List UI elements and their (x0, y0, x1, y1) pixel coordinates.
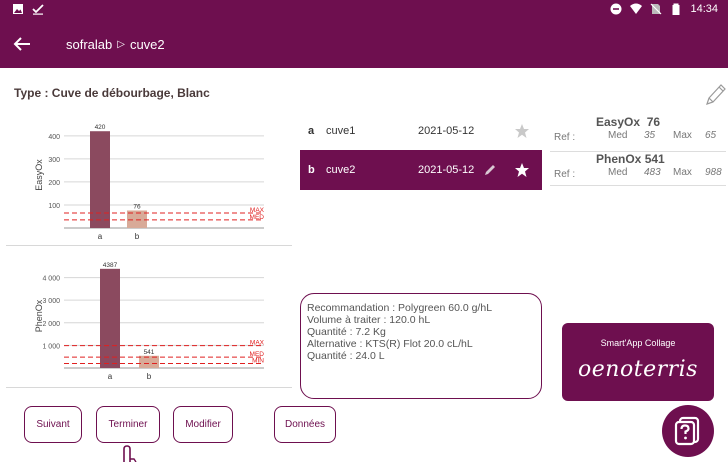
y-tick-label: 100 (48, 203, 60, 210)
x-tick-label: a (98, 232, 103, 241)
metric-max-value: 988 (705, 167, 722, 178)
metric-ref-label: Ref : (554, 169, 576, 180)
help-document-icon (674, 416, 700, 446)
recommendation-line: Alternative : KTS(R) Flot 20.0 cL/hL (307, 338, 473, 350)
recommendation-line: Quantité : 24.0 L (307, 350, 385, 362)
image-icon (13, 4, 23, 14)
cuve-key: b (308, 164, 315, 176)
metric-med-value: 483 (644, 167, 661, 178)
status-time: 14:34 (690, 3, 718, 15)
y-tick-label: 4 000 (42, 276, 60, 283)
minus-circle-icon (610, 3, 622, 15)
x-tick-label: b (135, 232, 140, 241)
metric-title: PhenOx 541 (596, 152, 665, 166)
cuve-row-a[interactable]: a cuve1 2021-05-12 (300, 111, 542, 151)
y-tick-label: 3 000 (42, 298, 60, 305)
bar-b (139, 355, 159, 368)
y-tick-label: 300 (48, 157, 60, 164)
y-tick-label: 2 000 (42, 321, 60, 328)
bar-value-label: 4387 (103, 262, 118, 269)
metric-max-label: Max (673, 167, 692, 178)
cuve-name: cuve2 (326, 164, 356, 176)
phenox-chart-svg: PhenOx1 0002 0003 0004 0004387a541bMAXME… (34, 262, 265, 381)
threshold-label: MIN (252, 357, 264, 364)
arrow-left-icon[interactable] (12, 34, 32, 54)
recommendation-line: Volume à traiter : 120.0 hL (307, 314, 431, 326)
y-tick-label: 1 000 (42, 343, 60, 350)
breadcrumb-current: cuve2 (129, 37, 165, 52)
metric-max-value: 65 (705, 130, 717, 141)
metric-med-label: Med (608, 167, 628, 178)
breadcrumb: sofralab ▷ cuve2 (66, 37, 165, 52)
metric-phenox: PhenOx 541 Ref : Med 483 Max 988 (550, 152, 726, 186)
bar-value-label: 541 (144, 349, 155, 356)
cuve-row-b[interactable]: b cuve2 2021-05-12 (300, 150, 542, 190)
threshold-label: MED (250, 214, 265, 221)
cuve-name: cuve1 (326, 125, 356, 137)
threshold-label: MAX (250, 340, 265, 347)
star-icon[interactable] (514, 123, 530, 139)
metric-med-label: Med (608, 130, 628, 141)
wifi-icon (630, 3, 643, 14)
x-tick-label: b (147, 372, 152, 381)
y-tick-label: 400 (48, 134, 60, 141)
bar-value-label: 420 (95, 124, 106, 131)
metric-med-value: 35 (644, 130, 656, 141)
star-icon[interactable] (514, 162, 530, 178)
status-bar: 14:34 (0, 0, 728, 20)
brand-subtitle: Smart'App Collage (600, 338, 676, 348)
battery-icon (672, 3, 680, 15)
metric-ref-label: Ref : (554, 132, 576, 143)
bar-a (100, 268, 120, 368)
breadcrumb-separator: ▷ (117, 39, 125, 50)
metric-title: EasyOx 76 (596, 115, 661, 129)
metric-easyox: EasyOx 76 Ref : Med 35 Max 65 (550, 112, 726, 152)
terminer-button[interactable]: Terminer (96, 406, 160, 443)
phenox-chart: PhenOx 1 000 2 000 3 000 4 000 4387 a 541 b MAX ME… (6, 250, 292, 388)
help-button[interactable] (662, 405, 714, 457)
brand-logo: Smart'App Collage oenoterris (562, 323, 714, 401)
donnees-button[interactable]: Données (274, 406, 336, 443)
recommendation-line: Quantité : 7.2 Kg (307, 326, 386, 338)
bar-value-label: 76 (133, 203, 141, 210)
x-tick-label: a (108, 372, 113, 381)
touch-indicator-icon (123, 445, 137, 462)
pencil-icon[interactable] (483, 163, 497, 177)
no-sim-icon (651, 3, 662, 15)
check-icon (32, 4, 44, 15)
cuve-key: a (308, 125, 315, 137)
breadcrumb-app[interactable]: sofralab (66, 37, 112, 52)
recommendation-line: Recommandation : Polygreen 60.0 g/hL (307, 302, 493, 314)
recommendation-box: Recommandation : Polygreen 60.0 g/hL Vol… (300, 293, 542, 399)
modifier-button[interactable]: Modifier (173, 406, 233, 443)
y-axis-label: EasyOx (34, 159, 44, 191)
page-title: Type : Cuve de débourbage, Blanc (14, 86, 210, 100)
easyox-chart: EasyOx 100 200 300 400 420 a 76 b MAX MED (6, 116, 292, 246)
suivant-button[interactable]: Suivant (24, 406, 82, 443)
app-bar: sofralab ▷ cuve2 (0, 20, 728, 68)
easyox-chart-svg: EasyOx100200300400420a76bMAXMED (34, 124, 265, 241)
brand-logo-text: oenoterris (578, 357, 698, 382)
y-tick-label: 200 (48, 180, 60, 187)
pencil-icon[interactable] (703, 82, 727, 108)
cuve-date: 2021-05-12 (418, 125, 475, 137)
cuve-date: 2021-05-12 (418, 164, 475, 176)
metric-max-label: Max (673, 130, 692, 141)
